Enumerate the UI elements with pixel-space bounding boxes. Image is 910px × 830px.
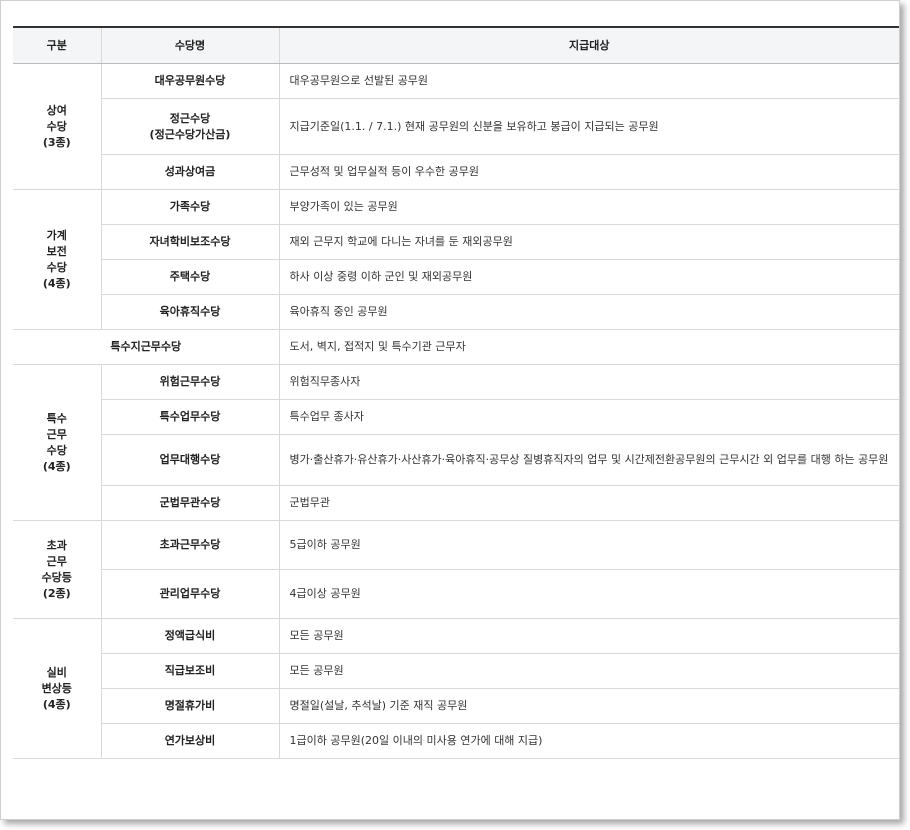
group-label: (4종) <box>42 459 71 473</box>
eligible-target: 부양가족이 있는 공무원 <box>279 189 899 225</box>
group-label: 실비 <box>46 665 67 679</box>
group-label: 수당 <box>46 119 67 133</box>
table-row: 직급보조비 모든 공무원 <box>13 653 899 689</box>
table-row: 육아휴직수당 육아휴직 중인 공무원 <box>13 294 899 330</box>
group-label: 수당 <box>46 443 67 457</box>
group-label: 수당등 <box>41 570 72 584</box>
table-row: 상여 수당 (3종) 대우공무원수당 대우공무원으로 선발된 공무원 <box>13 63 899 190</box>
group-label: 특수 <box>46 411 67 425</box>
group-cell: 실비 변상등 (4종) <box>13 618 102 759</box>
table-row: 가계 보전 수당 (4종) 가족수당 부양가족이 있는 공무원 <box>13 189 899 330</box>
allowance-name: 정액급식비 <box>101 618 280 654</box>
eligible-target: 근무성적 및 업무실적 등이 우수한 공무원 <box>279 154 899 190</box>
group-label: (4종) <box>42 697 71 711</box>
eligible-target: 지급기준일(1.1. / 7.1.) 현재 공무원의 신분을 보유하고 봉급이 … <box>279 98 899 155</box>
group-label: 변상등 <box>41 681 72 695</box>
allowance-name: 관리업무수당 <box>101 569 280 619</box>
group-label: 수당 <box>46 260 67 274</box>
group-label: 근무 <box>46 554 67 568</box>
header-allowance-name: 수당명 <box>100 26 279 64</box>
header-eligible-target: 지급대상 <box>278 26 899 64</box>
table-row: 특수 근무 수당 (4종) 위험근무수당 위험직무종사자 <box>13 364 899 521</box>
table-row: 실비 변상등 (4종) 정액급식비 모든 공무원 <box>13 618 899 759</box>
table-row: 정근수당 (정근수당가산금) 지급기준일(1.1. / 7.1.) 현재 공무원의… <box>13 98 899 155</box>
table-row: 명절휴가비 명절일(설날, 추석날) 기준 재직 공무원 <box>13 688 899 724</box>
group-cell: 상여 수당 (3종) <box>13 63 102 190</box>
table-row: 특수지근무수당 도서, 벽지, 접적지 및 특수기관 근무자 <box>13 329 899 365</box>
group-label: 초과 <box>46 538 67 552</box>
group-label: (4종) <box>42 276 71 290</box>
allowance-name: 업무대행수당 <box>101 434 280 486</box>
table-row: 군법무관수당 군법무관 <box>13 485 899 521</box>
allowance-name: 정근수당 (정근수당가산금) <box>101 98 280 155</box>
allowance-name: 성과상여금 <box>101 154 280 190</box>
table-row: 관리업무수당 4급이상 공무원 <box>13 569 899 619</box>
table-row: 업무대행수당 병가·출산휴가·유산휴가·사산휴가·육아휴직·공무상 질병휴직자의… <box>13 434 899 486</box>
allowance-name: 육아휴직수당 <box>101 294 280 330</box>
eligible-target: 육아휴직 중인 공무원 <box>279 294 899 330</box>
eligible-target: 5급이하 공무원 <box>279 520 899 570</box>
group-cell: 가계 보전 수당 (4종) <box>13 189 102 330</box>
group-label: (3종) <box>42 135 71 149</box>
table-row: 연가보상비 1급이하 공무원(20일 이내의 미사용 연가에 대해 지급) <box>13 723 899 759</box>
allowance-name: 연가보상비 <box>101 723 280 759</box>
table-row: 주택수당 하사 이상 중령 이하 군인 및 재외공무원 <box>13 259 899 295</box>
table-row: 자녀학비보조수당 재외 근무지 학교에 다니는 자녀를 둔 재외공무원 <box>13 224 899 260</box>
eligible-target: 재외 근무지 학교에 다니는 자녀를 둔 재외공무원 <box>279 224 899 260</box>
allowance-name: 직급보조비 <box>101 653 280 689</box>
eligible-target: 하사 이상 중령 이하 군인 및 재외공무원 <box>279 259 899 295</box>
group-cell: 특수 근무 수당 (4종) <box>13 364 102 521</box>
eligible-target: 1급이하 공무원(20일 이내의 미사용 연가에 대해 지급) <box>279 723 899 759</box>
allowance-name: 초과근무수당 <box>101 520 280 570</box>
allowance-name: 특수업무수당 <box>101 399 280 435</box>
allowance-name: 주택수당 <box>101 259 280 295</box>
allowance-table: 구분 수당명 지급대상 상여 수당 (3종) 대우공무원수당 대우공무원으로 선… <box>13 26 899 759</box>
group-cell: 초과 근무 수당등 (2종) <box>13 520 102 619</box>
eligible-target: 위험직무종사자 <box>279 364 899 400</box>
allowance-name: 가족수당 <box>101 189 280 225</box>
group-label: (2종) <box>42 586 71 600</box>
header-category: 구분 <box>13 26 101 64</box>
group-label: 보전 <box>46 244 67 258</box>
eligible-target: 병가·출산휴가·유산휴가·사산휴가·육아휴직·공무상 질병휴직자의 업무 및 시… <box>279 434 899 486</box>
table-row: 성과상여금 근무성적 및 업무실적 등이 우수한 공무원 <box>13 154 899 190</box>
table-header-row: 구분 수당명 지급대상 <box>13 26 899 64</box>
allowance-name: 자녀학비보조수당 <box>101 224 280 260</box>
eligible-target: 모든 공무원 <box>279 618 899 654</box>
eligible-target: 도서, 벽지, 접적지 및 특수기관 근무자 <box>279 329 899 365</box>
table-row: 초과 근무 수당등 (2종) 초과근무수당 5급이하 공무원 <box>13 520 899 619</box>
allowance-name: 명절휴가비 <box>101 688 280 724</box>
allowance-name: 군법무관수당 <box>101 485 280 521</box>
group-label: 상여 <box>46 103 67 117</box>
eligible-target: 특수업무 종사자 <box>279 399 899 435</box>
document-frame: 구분 수당명 지급대상 상여 수당 (3종) 대우공무원수당 대우공무원으로 선… <box>0 0 900 820</box>
eligible-target: 명절일(설날, 추석날) 기준 재직 공무원 <box>279 688 899 724</box>
eligible-target: 군법무관 <box>279 485 899 521</box>
eligible-target: 모든 공무원 <box>279 653 899 689</box>
eligible-target: 대우공무원으로 선발된 공무원 <box>279 63 899 99</box>
allowance-name: 대우공무원수당 <box>101 63 280 99</box>
table-row: 특수업무수당 특수업무 종사자 <box>13 399 899 435</box>
allowance-name: 특수지근무수당 <box>13 329 280 365</box>
group-label: 가계 <box>46 228 67 242</box>
group-label: 근무 <box>46 427 67 441</box>
allowance-name: 위험근무수당 <box>101 364 280 400</box>
eligible-target: 4급이상 공무원 <box>279 569 899 619</box>
